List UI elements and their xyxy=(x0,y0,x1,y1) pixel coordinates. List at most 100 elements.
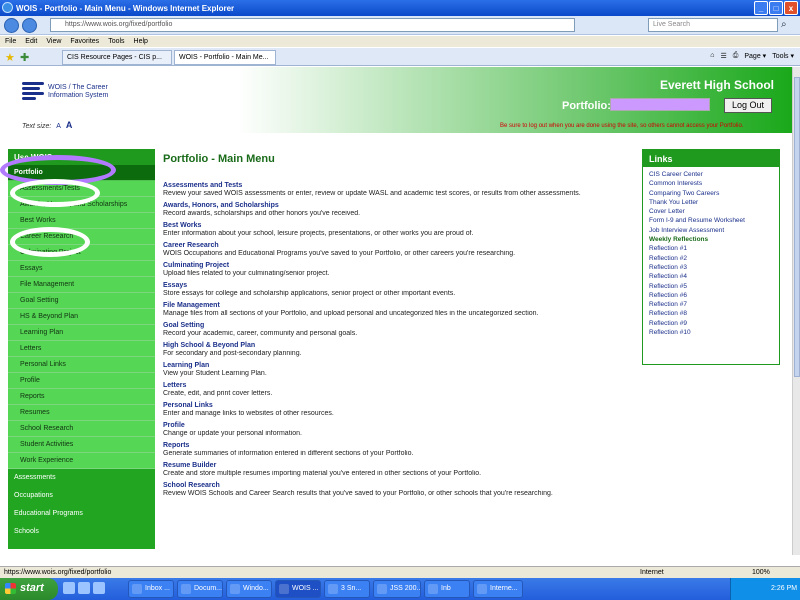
entry-title-link[interactable]: Assessments and Tests xyxy=(163,181,628,190)
search-icon[interactable]: ⌕ xyxy=(781,19,793,31)
nav-sub-reports[interactable]: Reports xyxy=(8,389,155,405)
link-reflection-9[interactable]: Reflection #9 xyxy=(643,319,779,328)
menu-view[interactable]: View xyxy=(46,38,61,45)
menu-help[interactable]: Help xyxy=(134,38,148,45)
taskbar-button[interactable]: Interne... xyxy=(473,580,523,598)
quick-launch-icon[interactable] xyxy=(63,582,75,594)
links-panel: Links CIS Career Center Common Interests… xyxy=(642,149,780,365)
logout-button[interactable]: Log Out xyxy=(724,98,772,113)
tools-menu[interactable]: Tools ▾ xyxy=(772,52,794,60)
link-reflection-10[interactable]: Reflection #10 xyxy=(643,328,779,337)
link-reflection-7[interactable]: Reflection #7 xyxy=(643,300,779,309)
entry-title-link[interactable]: Culminating Project xyxy=(163,261,628,270)
nav-sub-assessments-tests[interactable]: Assessments/Tests xyxy=(8,181,155,197)
maximize-button[interactable]: □ xyxy=(769,1,783,15)
link-cis-career-center[interactable]: CIS Career Center xyxy=(643,170,779,179)
nav-sub-best-works[interactable]: Best Works xyxy=(8,213,155,229)
entry-title-link[interactable]: Personal Links xyxy=(163,401,628,410)
feeds-icon[interactable]: ☰ xyxy=(720,52,726,60)
link-reflection-3[interactable]: Reflection #3 xyxy=(643,263,779,272)
tab-wois-portfolio[interactable]: WOIS - Portfolio - Main Me... xyxy=(174,50,276,65)
nav-sub-culminating-project[interactable]: Culminating Project xyxy=(8,245,155,261)
menu-favorites[interactable]: Favorites xyxy=(70,38,99,45)
taskbar-button[interactable]: Inbox ... xyxy=(128,580,174,598)
forward-icon[interactable] xyxy=(22,18,37,33)
link-reflection-2[interactable]: Reflection #2 xyxy=(643,254,779,263)
link-common-interests[interactable]: Common Interests xyxy=(643,179,779,188)
nav-item-schools[interactable]: Schools xyxy=(8,523,155,541)
nav-sub-file-management[interactable]: File Management xyxy=(8,277,155,293)
entry-title-link[interactable]: High School & Beyond Plan xyxy=(163,341,628,350)
status-zoom[interactable]: 100% xyxy=(752,569,770,576)
vertical-scrollbar[interactable] xyxy=(792,67,800,555)
page-menu[interactable]: Page ▾ xyxy=(744,52,766,60)
nav-sub-work-experience[interactable]: Work Experience xyxy=(8,453,155,469)
tab-cis-resource[interactable]: CIS Resource Pages - CIS p... xyxy=(62,50,172,65)
nav-sub-career-research[interactable]: Career Research xyxy=(8,229,155,245)
nav-sub-resumes[interactable]: Resumes xyxy=(8,405,155,421)
entry-description: Store essays for college and scholarship… xyxy=(163,290,456,297)
entry-title-link[interactable]: Best Works xyxy=(163,221,628,230)
entry-title-link[interactable]: Learning Plan xyxy=(163,361,628,370)
print-icon[interactable]: ⎙ xyxy=(733,52,739,60)
quick-launch-icon[interactable] xyxy=(78,582,90,594)
link-form-resume-worksheet[interactable]: Form I-9 and Resume Worksheet xyxy=(643,216,779,225)
nav-sub-essays[interactable]: Essays xyxy=(8,261,155,277)
link-cover-letter[interactable]: Cover Letter xyxy=(643,207,779,216)
home-icon[interactable]: ⌂ xyxy=(710,52,714,60)
entry-title-link[interactable]: Essays xyxy=(163,281,628,290)
entry-title-link[interactable]: Profile xyxy=(163,421,628,430)
wois-logo[interactable]: WOIS / The Career Information System xyxy=(22,80,112,106)
entry-title-link[interactable]: School Research xyxy=(163,481,628,490)
nav-item-educational-programs[interactable]: Educational Programs xyxy=(8,505,155,523)
nav-item-assessments[interactable]: Assessments xyxy=(8,469,155,487)
minimize-button[interactable]: _ xyxy=(754,1,768,15)
text-size-small[interactable]: A xyxy=(56,123,61,130)
nav-sub-awards[interactable]: Awards, Honors, and Scholarships xyxy=(8,197,155,213)
nav-item-portfolio[interactable]: Portfolio xyxy=(8,165,155,181)
nav-sub-learning-plan[interactable]: Learning Plan xyxy=(8,325,155,341)
back-icon[interactable] xyxy=(4,18,19,33)
menu-file[interactable]: File xyxy=(5,38,16,45)
entry-title-link[interactable]: Letters xyxy=(163,381,628,390)
start-button[interactable]: start xyxy=(0,578,58,600)
quick-launch-icon[interactable] xyxy=(93,582,105,594)
entry-title-link[interactable]: File Management xyxy=(163,301,628,310)
taskbar-button[interactable]: JSS 200... xyxy=(373,580,421,598)
text-size-large[interactable]: A xyxy=(66,120,73,130)
link-reflection-1[interactable]: Reflection #1 xyxy=(643,244,779,253)
link-reflection-5[interactable]: Reflection #5 xyxy=(643,282,779,291)
taskbar-button[interactable]: Inb xyxy=(424,580,470,598)
entry-title-link[interactable]: Reports xyxy=(163,441,628,450)
menu-tools[interactable]: Tools xyxy=(108,38,124,45)
nav-sub-goal-setting[interactable]: Goal Setting xyxy=(8,293,155,309)
search-input[interactable]: Live Search xyxy=(648,18,778,32)
link-job-interview-assessment[interactable]: Job Interview Assessment xyxy=(643,226,779,235)
menu-edit[interactable]: Edit xyxy=(25,38,37,45)
nav-sub-school-research[interactable]: School Research xyxy=(8,421,155,437)
taskbar-button[interactable]: WOIS ... xyxy=(275,580,321,598)
nav-item-occupations[interactable]: Occupations xyxy=(8,487,155,505)
nav-sub-profile[interactable]: Profile xyxy=(8,373,155,389)
nav-sub-student-activities[interactable]: Student Activities xyxy=(8,437,155,453)
entry-title-link[interactable]: Awards, Honors, and Scholarships xyxy=(163,201,628,210)
taskbar-button[interactable]: Windo... xyxy=(226,580,272,598)
link-reflection-8[interactable]: Reflection #8 xyxy=(643,309,779,318)
nav-sub-hs-beyond-plan[interactable]: HS & Beyond Plan xyxy=(8,309,155,325)
link-reflection-6[interactable]: Reflection #6 xyxy=(643,291,779,300)
link-comparing-two-careers[interactable]: Comparing Two Careers xyxy=(643,189,779,198)
nav-sub-personal-links[interactable]: Personal Links xyxy=(8,357,155,373)
taskbar-button[interactable]: 3 Sn... xyxy=(324,580,370,598)
nav-sub-letters[interactable]: Letters xyxy=(8,341,155,357)
favorites-star-icon[interactable]: ★ xyxy=(5,51,15,64)
entry-title-link[interactable]: Resume Builder xyxy=(163,461,628,470)
taskbar-button[interactable]: Docum... xyxy=(177,580,223,598)
link-thank-you-letter[interactable]: Thank You Letter xyxy=(643,198,779,207)
scrollbar-thumb[interactable] xyxy=(794,77,800,377)
address-input[interactable]: https://www.wois.org/fixed/portfolio xyxy=(50,18,575,32)
link-reflection-4[interactable]: Reflection #4 xyxy=(643,272,779,281)
add-favorites-icon[interactable]: ✚ xyxy=(20,51,29,64)
entry-title-link[interactable]: Goal Setting xyxy=(163,321,628,330)
entry-title-link[interactable]: Career Research xyxy=(163,241,628,250)
close-button[interactable]: x xyxy=(784,1,798,15)
